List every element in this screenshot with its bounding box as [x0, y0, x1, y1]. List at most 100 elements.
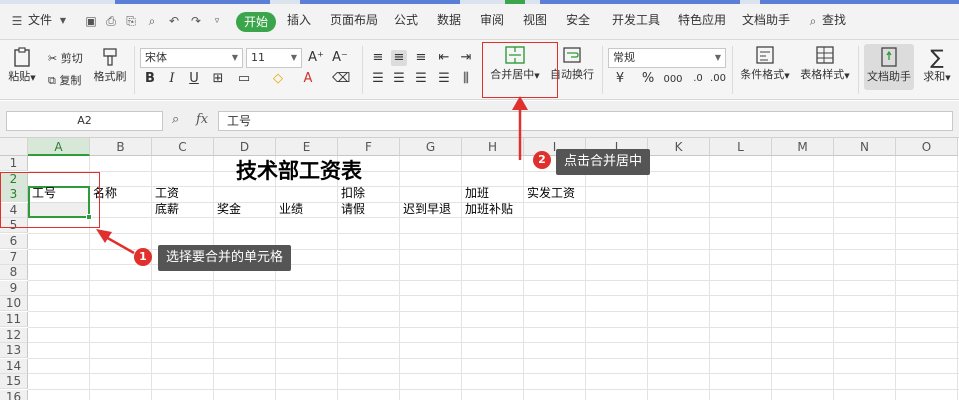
row-header-14[interactable]: 14 — [0, 358, 28, 374]
paste-button[interactable]: 粘贴▼ — [8, 46, 36, 84]
select-all-corner[interactable] — [0, 138, 28, 156]
sheet-title[interactable]: 技术部工资表 — [236, 157, 362, 185]
eraser-icon[interactable]: ⌫ — [332, 71, 350, 87]
column-header-a[interactable]: A — [28, 138, 90, 156]
search-icon[interactable]: ⌕ — [806, 14, 820, 28]
row-header-10[interactable]: 10 — [0, 296, 28, 312]
cell-F2[interactable]: 扣除 — [339, 186, 365, 201]
tab-review[interactable]: 审阅 — [480, 8, 504, 32]
row-header-11[interactable]: 11 — [0, 312, 28, 327]
export-pdf-icon[interactable]: ⎙ — [104, 14, 118, 28]
row-header-15[interactable]: 15 — [0, 374, 28, 390]
cell-I2[interactable]: 实发工资 — [525, 186, 575, 201]
redo-icon[interactable]: ↷ — [189, 14, 203, 28]
tab-data[interactable]: 数据 — [437, 8, 461, 32]
row-header-7[interactable]: 7 — [0, 249, 28, 265]
align-right-icon[interactable]: ☰ — [413, 71, 429, 87]
percent-button[interactable]: % — [640, 71, 656, 87]
column-header-n[interactable]: N — [834, 138, 896, 156]
menu-icon[interactable]: ☰ — [10, 14, 24, 28]
column-header-l[interactable]: L — [710, 138, 772, 156]
tab-view[interactable]: 视图 — [523, 8, 547, 32]
search-button[interactable]: 查找 — [822, 8, 846, 32]
cell-H2[interactable]: 加班 — [463, 186, 489, 201]
indent-decrease-icon[interactable]: ⇤ — [436, 50, 452, 66]
row-header-16[interactable]: 16 — [0, 390, 28, 400]
column-header-c[interactable]: C — [152, 138, 214, 156]
align-bottom-icon[interactable]: ≡ — [413, 50, 429, 66]
save-icon[interactable]: ▣ — [84, 14, 98, 28]
sum-button[interactable]: ∑ 求和▼ — [920, 46, 954, 84]
shrink-font-button[interactable]: A⁻ — [332, 50, 348, 66]
print-preview-icon[interactable]: ⌕ — [145, 14, 159, 28]
fill-color-icon[interactable]: ◇ — [270, 71, 286, 87]
tab-developer[interactable]: 开发工具 — [612, 8, 660, 32]
font-color-icon[interactable]: A — [300, 71, 316, 87]
name-box[interactable]: A2 — [6, 111, 163, 131]
cell-D3[interactable]: 奖金 — [215, 202, 241, 217]
format-painter-button[interactable]: 格式刷 — [92, 46, 128, 84]
border-style-icon[interactable]: ▭ — [236, 71, 252, 87]
column-header-m[interactable]: M — [772, 138, 834, 156]
function-button[interactable]: fx — [196, 112, 208, 127]
row-header-6[interactable]: 6 — [0, 234, 28, 249]
font-size-select[interactable]: 11 ▼ — [246, 48, 302, 68]
align-center-icon[interactable]: ☰ — [391, 71, 407, 87]
cell-C3[interactable]: 底薪 — [153, 202, 179, 217]
tab-page-layout[interactable]: 页面布局 — [330, 8, 378, 32]
align-top-icon[interactable]: ≡ — [370, 50, 386, 66]
decrease-decimal-icon[interactable]: .00 — [710, 71, 726, 87]
doc-assistant-button[interactable]: 文档助手 — [864, 46, 914, 84]
column-header-k[interactable]: K — [648, 138, 710, 156]
font-name-select[interactable]: 宋体 ▼ — [140, 48, 243, 68]
cell-F3[interactable]: 请假 — [339, 202, 365, 217]
grow-font-button[interactable]: A⁺ — [308, 50, 324, 66]
cell-C2[interactable]: 工资 — [153, 186, 179, 201]
underline-button[interactable]: U — [186, 71, 202, 87]
justify-icon[interactable]: ☰ — [436, 71, 452, 87]
row-header-12[interactable]: 12 — [0, 327, 28, 343]
print-icon[interactable]: ⎘ — [124, 14, 138, 28]
tab-featured[interactable]: 特色应用 — [678, 8, 726, 32]
increase-decimal-icon[interactable]: .0 — [690, 71, 706, 87]
undo-icon[interactable]: ↶ — [167, 14, 181, 28]
italic-button[interactable]: I — [164, 71, 180, 87]
tab-formulas[interactable]: 公式 — [394, 8, 418, 32]
cell-H3[interactable]: 加班补贴 — [463, 202, 513, 217]
row-header-1[interactable]: 1 — [0, 156, 28, 171]
align-middle-icon[interactable]: ≡ — [391, 50, 407, 66]
table-style-button[interactable]: 表格样式▼ — [798, 44, 852, 82]
column-header-g[interactable]: G — [400, 138, 462, 156]
spreadsheet-grid[interactable]: ABCDEFGHIJKLMNO 1 2 3 4 5 6 7 8 9 10 11 12 13 14 15 16 … — [0, 138, 959, 400]
comma-style-button[interactable]: 000 — [660, 72, 686, 88]
row-header-8[interactable]: 8 — [0, 265, 28, 281]
align-left-icon[interactable]: ☰ — [370, 71, 386, 87]
column-header-e[interactable]: E — [276, 138, 338, 156]
tab-start[interactable]: 开始 — [236, 12, 276, 32]
row-header-13[interactable]: 13 — [0, 343, 28, 359]
column-header-h[interactable]: H — [462, 138, 524, 156]
currency-icon[interactable]: ¥ — [612, 71, 628, 87]
tab-doc-assistant[interactable]: 文档助手 — [742, 8, 790, 32]
bold-button[interactable]: B — [142, 71, 158, 87]
indent-increase-icon[interactable]: ⇥ — [458, 50, 474, 66]
conditional-format-button[interactable]: 条件格式▼ — [738, 44, 792, 82]
column-header-o[interactable]: O — [896, 138, 958, 156]
copy-button[interactable]: ⧉ 复制 — [48, 72, 81, 88]
column-header-f[interactable]: F — [338, 138, 400, 156]
zoom-search-icon[interactable]: ⌕ — [172, 112, 179, 127]
chevron-down-icon[interactable]: ▼ — [56, 14, 70, 28]
file-menu[interactable]: 文件 — [28, 8, 52, 32]
cell-G3[interactable]: 迟到早退 — [401, 202, 451, 217]
tab-security[interactable]: 安全 — [566, 8, 590, 32]
column-header-b[interactable]: B — [90, 138, 152, 156]
tab-insert[interactable]: 插入 — [287, 8, 311, 32]
column-header-d[interactable]: D — [214, 138, 276, 156]
cell-E3[interactable]: 业绩 — [277, 202, 303, 217]
row-header-9[interactable]: 9 — [0, 280, 28, 296]
number-format-select[interactable]: 常规 ▼ — [608, 48, 726, 68]
distribute-icon[interactable]: ⫼ — [458, 71, 474, 87]
borders-icon[interactable]: ⊞ — [210, 71, 226, 87]
customize-icon[interactable]: ▿ — [210, 14, 224, 28]
formula-input[interactable]: 工号 — [218, 111, 953, 131]
